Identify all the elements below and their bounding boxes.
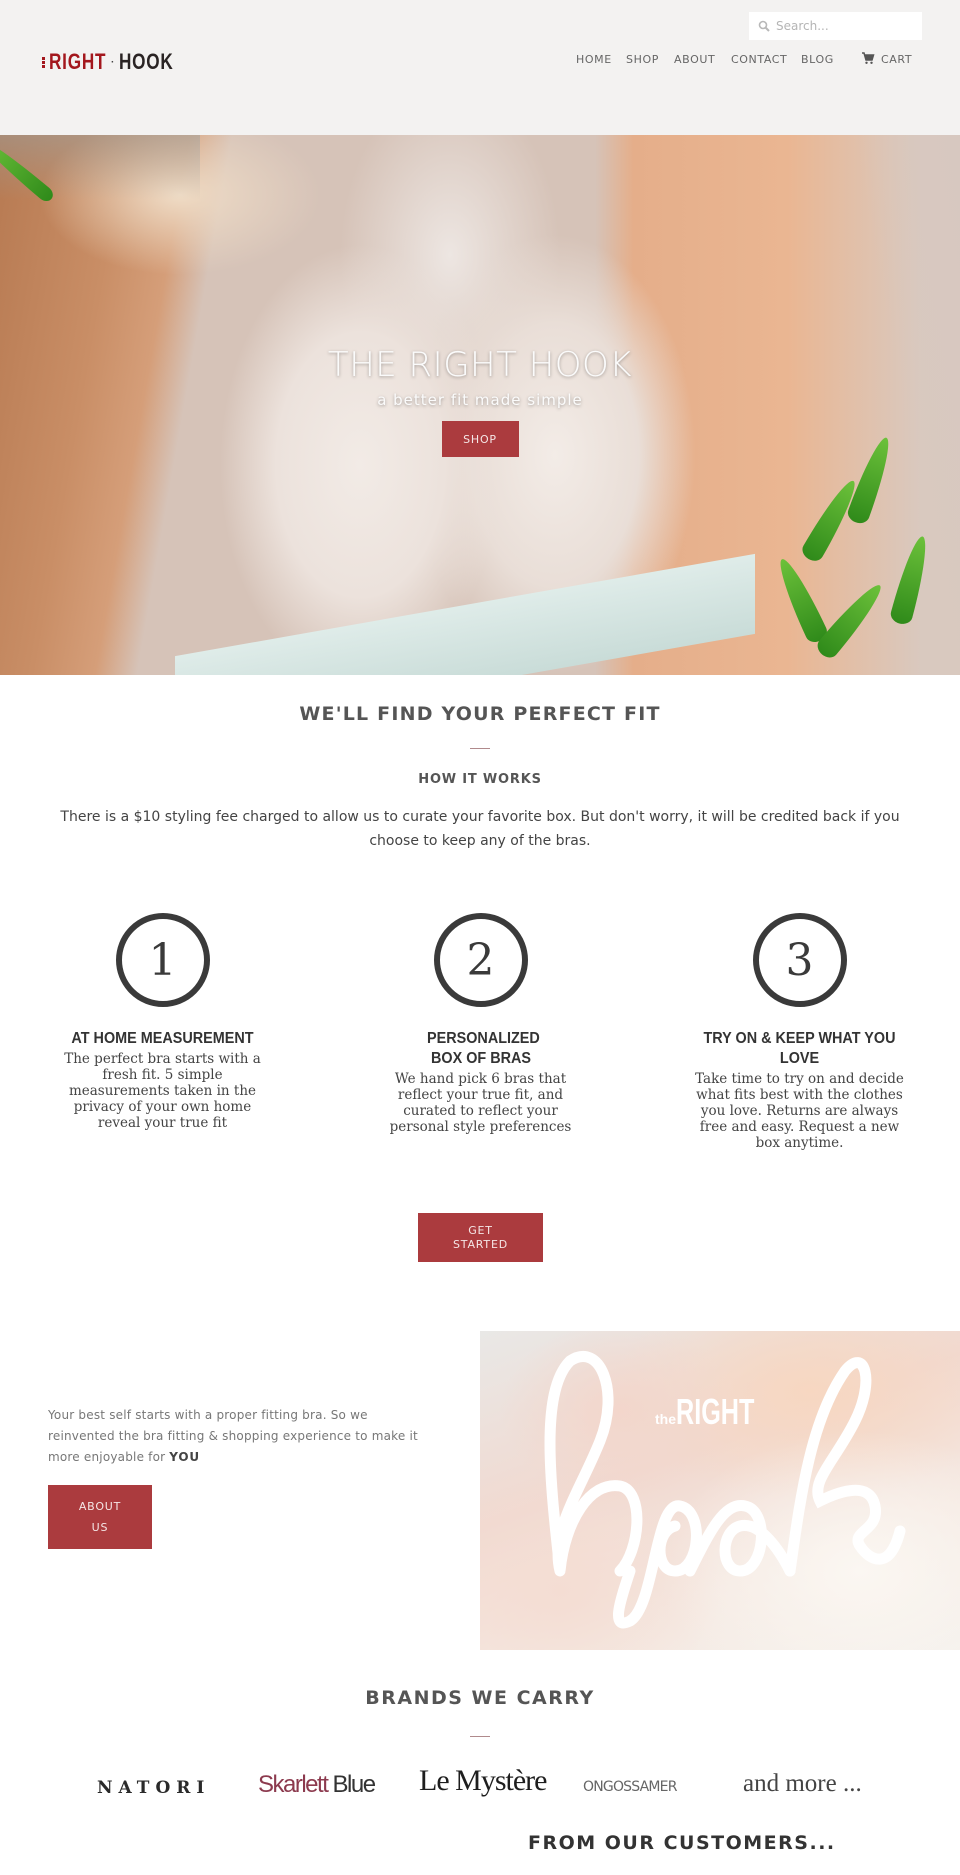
step-number-circle: 2: [433, 913, 528, 1007]
nav-shop[interactable]: SHOP: [626, 53, 659, 66]
hero-shop-button[interactable]: SHOP: [441, 421, 519, 457]
main-nav: HOME SHOP ABOUT CONTACT BLOG CART: [0, 51, 960, 69]
brand-logo-skarlett-blue: Skarlett Blue: [258, 1771, 377, 1799]
hero-content: THE RIGHT HOOK a better fit made simple …: [0, 345, 960, 457]
step-title: PERSONALIZED BOX OF BRAS: [426, 1030, 540, 1067]
brand-blue-part: Blue: [332, 1771, 377, 1798]
nav-home[interactable]: HOME: [576, 53, 612, 66]
about-us-button[interactable]: ABOUT US: [48, 1485, 152, 1549]
search-box[interactable]: [749, 12, 922, 40]
step-number-circle: 1: [115, 913, 210, 1007]
step-number-circle: 3: [752, 913, 847, 1007]
hero-banner: THE RIGHT HOOK a better fit made simple …: [0, 135, 960, 675]
image-logo-right: RIGHT: [676, 1391, 755, 1432]
hero-title: THE RIGHT HOOK: [327, 345, 633, 385]
section-divider: [470, 1736, 490, 1737]
how-it-works-heading: HOW IT WORKS: [418, 772, 542, 787]
nav-contact[interactable]: CONTACT: [731, 53, 787, 66]
get-started-button[interactable]: GET STARTED: [418, 1213, 543, 1262]
nav-cart[interactable]: CART: [861, 51, 912, 68]
hero-image-box: [175, 553, 755, 675]
cart-label: CART: [881, 53, 913, 66]
cart-icon: [861, 51, 875, 68]
get-started-label: GET STARTED: [453, 1223, 508, 1251]
hero-tagline: a better fit made simple: [377, 391, 583, 409]
brand-logo-le-mystere: Le Mystère: [419, 1764, 547, 1797]
brands-section-title: BRANDS WE CARRY: [365, 1687, 595, 1709]
step-item: 1 AT HOME MEASUREMENT The perfect bra st…: [60, 913, 265, 1131]
customers-section-title: FROM OUR CUSTOMERS...: [528, 1832, 836, 1854]
step-description: The perfect bra starts with a fresh fit.…: [64, 1051, 261, 1131]
brand-logo-natori: NATORI: [97, 1778, 211, 1798]
about-description: Your best self starts with a proper fitt…: [48, 1405, 428, 1468]
hero-leaf-decoration: [813, 578, 889, 662]
image-logo-the: the: [655, 1411, 676, 1427]
brand-skarlett-part: Skarlett: [258, 1771, 329, 1798]
styling-fee-text: There is a $10 styling fee charged to al…: [60, 809, 900, 849]
nav-about[interactable]: ABOUT: [674, 53, 715, 66]
image-logo-text: theRIGHT: [655, 1391, 788, 1433]
fit-section-title: WE'LL FIND YOUR PERFECT FIT: [299, 703, 661, 725]
step-title: AT HOME MEASUREMENT: [71, 1030, 254, 1047]
site-header: RIGHT · HOOK HOME SHOP ABOUT CONTACT BLO…: [0, 0, 960, 135]
step-item: 2 PERSONALIZED BOX OF BRAS We hand pick …: [383, 913, 578, 1135]
hero-leaf-decoration: [888, 533, 934, 627]
step-title: TRY ON & KEEP WHAT YOU LOVE: [703, 1030, 896, 1067]
hero-leaf-decoration: [772, 554, 830, 646]
brand-and-more: and more ...: [743, 1770, 862, 1797]
about-us-label: ABOUT US: [78, 1500, 122, 1534]
step-item: 3 TRY ON & KEEP WHAT YOU LOVE Take time …: [692, 913, 907, 1151]
search-input[interactable]: [776, 19, 916, 33]
step-description: Take time to try on and decide what fits…: [695, 1071, 904, 1151]
nav-blog[interactable]: BLOG: [801, 53, 834, 66]
about-text: Your best self starts with a proper fitt…: [48, 1408, 418, 1464]
hook-script-logo: [544, 1351, 906, 1629]
about-emphasis: YOU: [169, 1450, 200, 1464]
brand-logo-on-gossamer: ONGOSSAMER: [583, 1779, 677, 1795]
search-icon: [758, 17, 770, 36]
section-divider: [470, 748, 490, 749]
about-brand-image: theRIGHT: [480, 1331, 960, 1650]
step-description: We hand pick 6 bras that reflect your tr…: [389, 1071, 572, 1135]
